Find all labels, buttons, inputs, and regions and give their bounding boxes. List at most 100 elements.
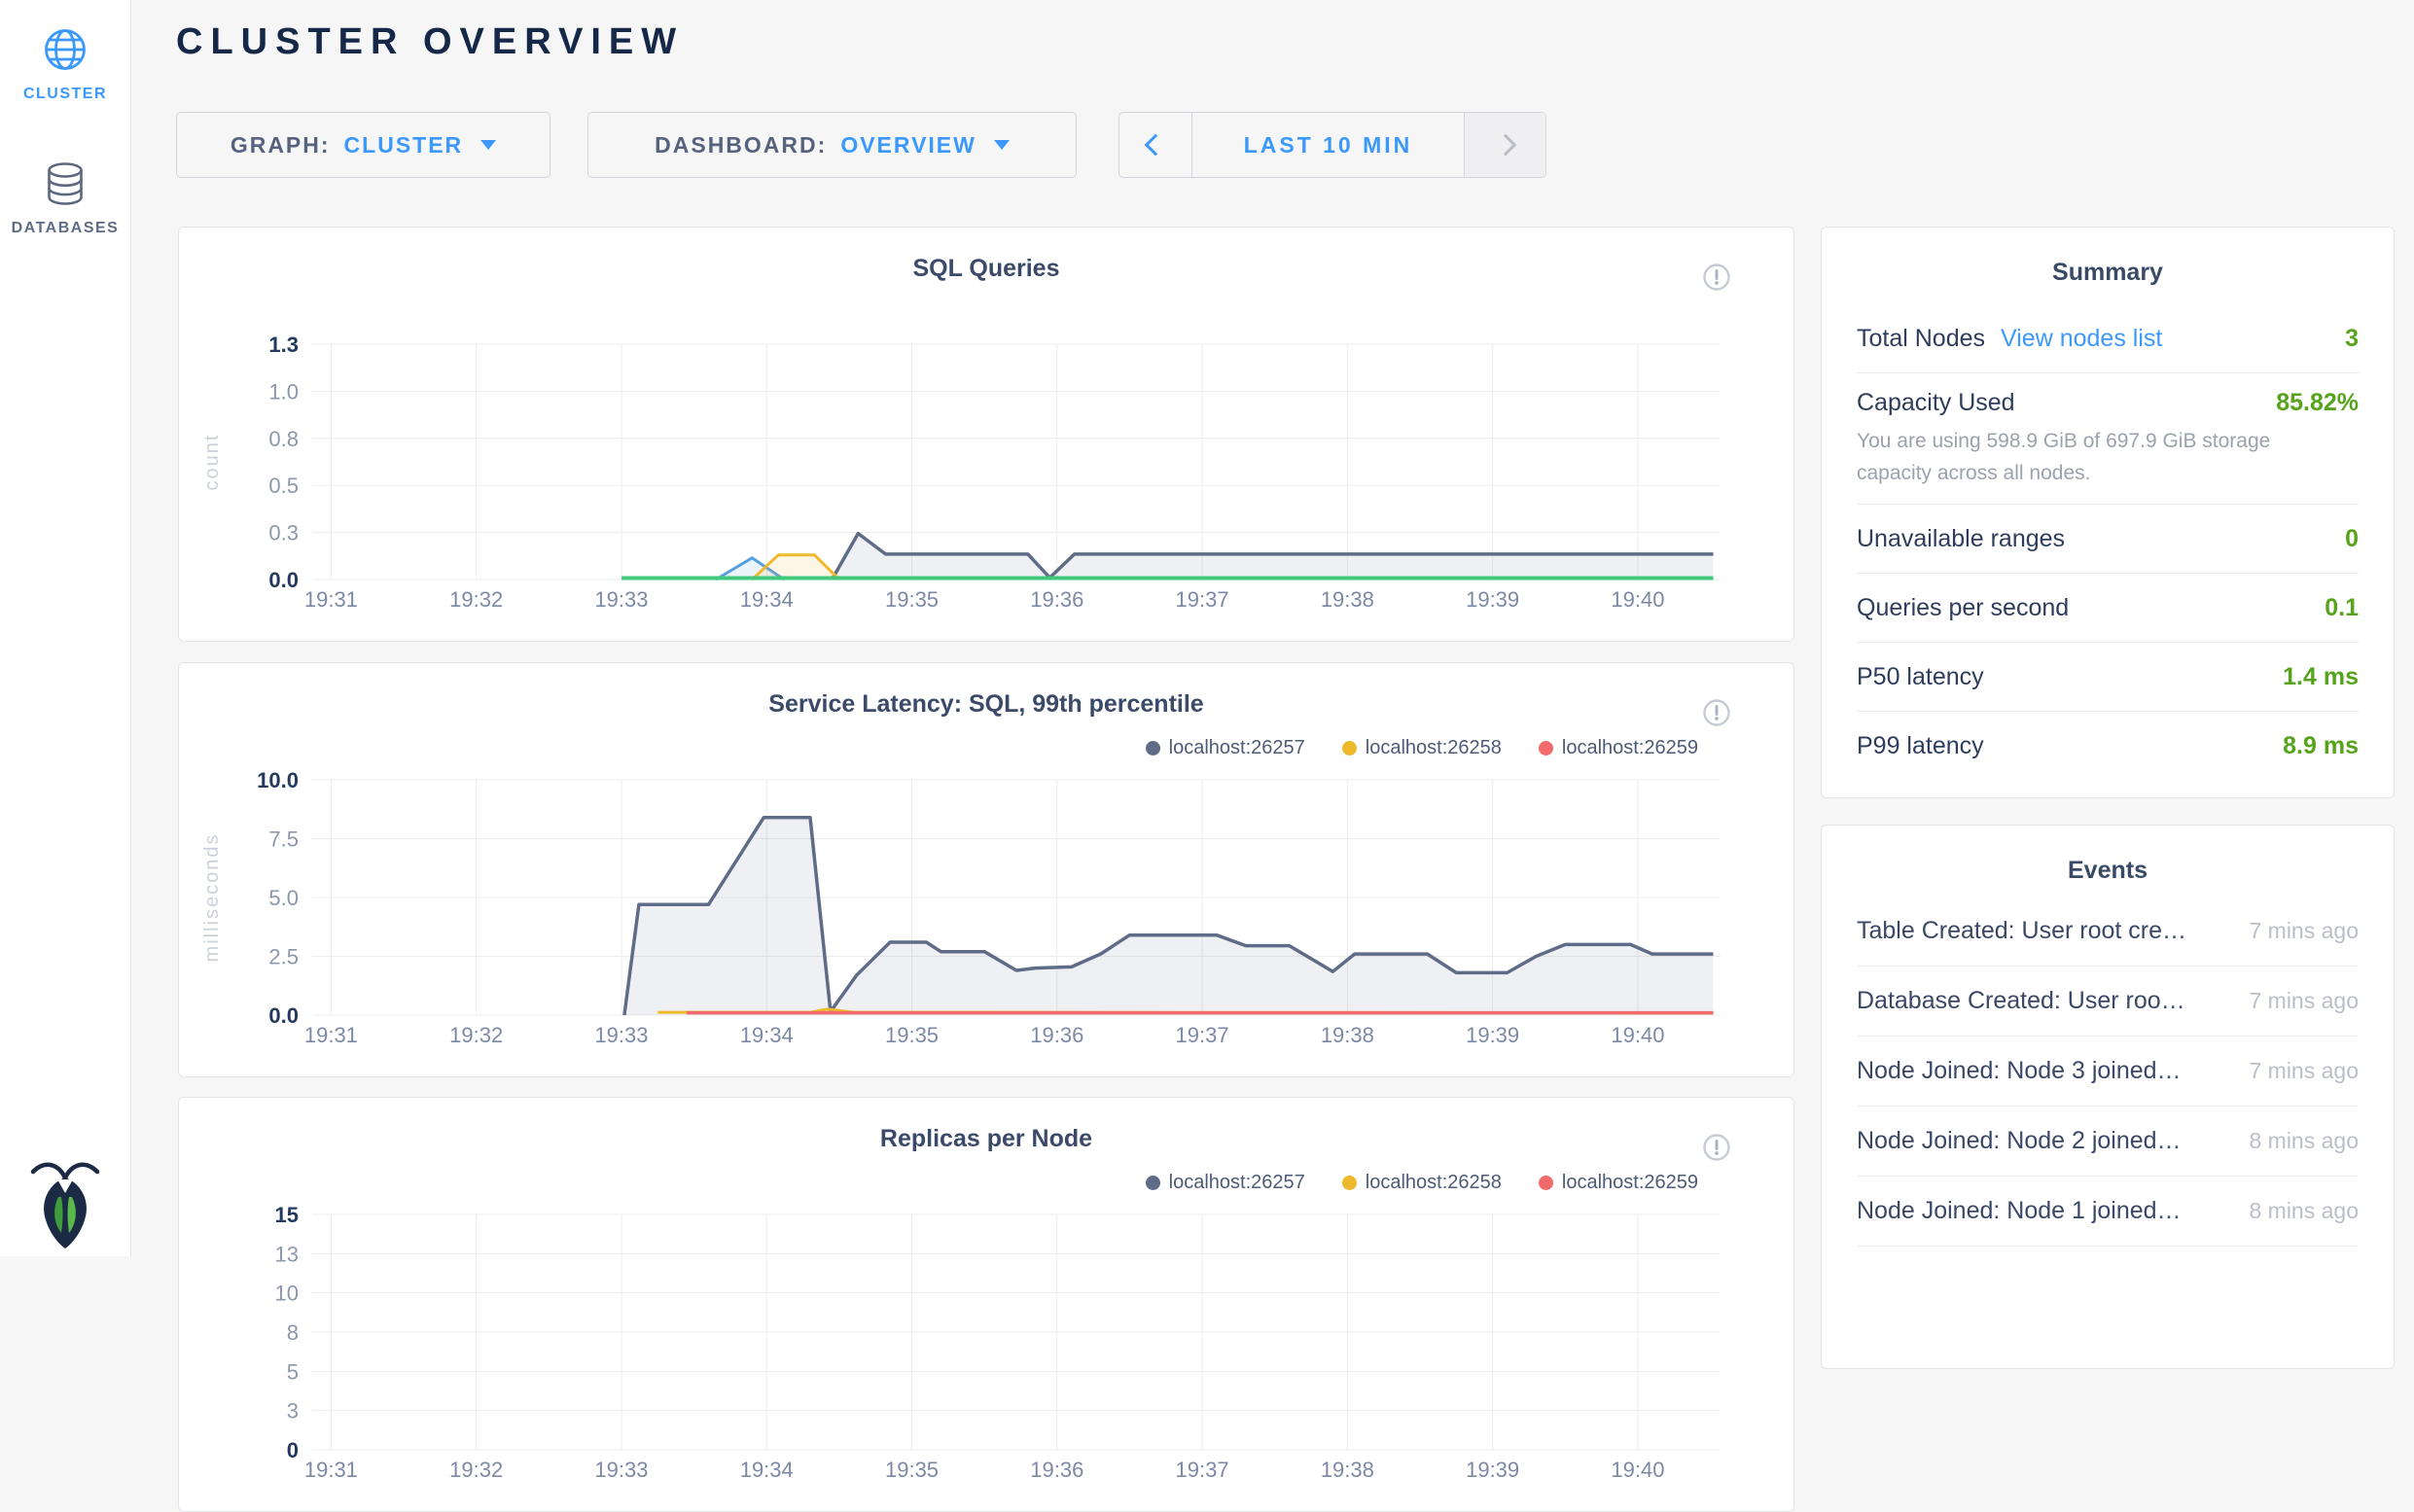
sql-queries-chart[interactable]: 0.00.30.50.81.01.319:3119:3219:3319:3419… xyxy=(179,325,1793,636)
svg-text:8: 8 xyxy=(287,1320,299,1345)
summary-title: Summary xyxy=(1822,228,2394,287)
summary-row-total-nodes: Total NodesView nodes list 3 xyxy=(1857,304,2359,373)
sidebar-item-label: CLUSTER xyxy=(0,86,130,103)
event-row: Database Created: User roo… 7 mins ago xyxy=(1857,967,2359,1037)
view-nodes-list-link[interactable]: View nodes list xyxy=(2001,325,2162,352)
service-latency-panel: Service Latency: SQL, 99th percentile lo… xyxy=(178,662,1794,1077)
svg-text:19:31: 19:31 xyxy=(304,1023,358,1047)
svg-text:19:33: 19:33 xyxy=(594,587,648,612)
svg-text:19:36: 19:36 xyxy=(1030,1458,1083,1482)
svg-text:19:32: 19:32 xyxy=(449,1023,503,1047)
svg-text:19:38: 19:38 xyxy=(1321,1023,1374,1047)
svg-text:1.0: 1.0 xyxy=(268,379,299,404)
service-latency-chart[interactable]: 0.02.55.07.510.019:3119:3219:3319:3419:3… xyxy=(179,760,1793,1072)
graph-dropdown-label: GRAPH: xyxy=(231,132,331,158)
svg-text:19:39: 19:39 xyxy=(1466,587,1519,612)
svg-text:19:32: 19:32 xyxy=(449,587,503,612)
summary-row-p50-latency: P50 latency 1.4 ms xyxy=(1857,643,2359,712)
svg-text:count: count xyxy=(201,434,223,491)
sidebar-item-cluster[interactable]: CLUSTER xyxy=(0,27,130,103)
summary-row-capacity: Capacity Used 85.82% You are using 598.9… xyxy=(1857,373,2359,505)
chart-legend: localhost:26257 localhost:26258 localhost:… xyxy=(1146,737,1698,759)
globe-icon xyxy=(43,27,88,72)
event-time: 7 mins ago xyxy=(2249,918,2359,944)
legend-label: localhost:26257 xyxy=(1169,737,1305,759)
time-range-next-button[interactable] xyxy=(1465,113,1545,177)
chevron-right-icon xyxy=(1494,134,1516,157)
event-time: 7 mins ago xyxy=(2249,988,2359,1014)
legend-label: localhost:26257 xyxy=(1169,1172,1305,1194)
legend-item[interactable]: localhost:26259 xyxy=(1539,1172,1698,1194)
legend-label: localhost:26259 xyxy=(1562,737,1698,759)
svg-text:19:36: 19:36 xyxy=(1030,587,1083,612)
legend-item[interactable]: localhost:26258 xyxy=(1342,1172,1502,1194)
legend-item[interactable]: localhost:26259 xyxy=(1539,737,1698,759)
event-row: Node Joined: Node 1 joined… 8 mins ago xyxy=(1857,1177,2359,1247)
cluster-overview-page: CLUSTER DATABASES xyxy=(0,0,2414,1256)
legend-label: localhost:26258 xyxy=(1366,1172,1502,1194)
svg-text:5.0: 5.0 xyxy=(268,886,299,910)
row-value: 0 xyxy=(2345,525,2359,553)
svg-text:19:33: 19:33 xyxy=(594,1458,648,1482)
time-range-prev-button[interactable] xyxy=(1119,113,1191,177)
svg-text:0.5: 0.5 xyxy=(268,474,299,498)
svg-text:19:40: 19:40 xyxy=(1611,1023,1664,1047)
sidebar-item-databases[interactable]: DATABASES xyxy=(0,161,130,237)
chart-title: Replicas per Node xyxy=(179,1125,1793,1153)
legend-item[interactable]: localhost:26258 xyxy=(1342,737,1502,759)
svg-text:0: 0 xyxy=(287,1438,299,1462)
svg-text:19:37: 19:37 xyxy=(1176,1023,1229,1047)
svg-text:19:32: 19:32 xyxy=(449,1458,503,1482)
replicas-per-node-panel: Replicas per Node localhost:26257localho… xyxy=(178,1097,1794,1512)
replicas-per-node-chart[interactable]: 035810131519:3119:3219:3319:3419:3519:36… xyxy=(179,1195,1793,1506)
cockroach-logo-icon xyxy=(26,1158,104,1250)
summary-row-p99-latency: P99 latency 8.9 ms xyxy=(1857,712,2359,780)
legend-item[interactable]: localhost:26257 xyxy=(1146,737,1305,759)
events-list: Table Created: User root cre…7 mins agoD… xyxy=(1822,897,2394,1247)
svg-text:5: 5 xyxy=(287,1359,299,1384)
events-panel: Events Table Created: User root cre…7 mi… xyxy=(1821,825,2395,1369)
capacity-value: 85.82% xyxy=(2276,389,2359,417)
chart-title: Service Latency: SQL, 99th percentile xyxy=(179,690,1793,719)
capacity-label: Capacity Used xyxy=(1857,389,2015,417)
svg-text:15: 15 xyxy=(275,1203,299,1227)
svg-text:19:34: 19:34 xyxy=(740,1458,794,1482)
graph-dropdown-value: CLUSTER xyxy=(344,132,464,158)
dashboard-dropdown[interactable]: DASHBOARD: OVERVIEW xyxy=(587,112,1077,178)
event-time: 8 mins ago xyxy=(2249,1198,2359,1224)
event-text: Database Created: User roo… xyxy=(1857,987,2185,1015)
legend-item[interactable]: localhost:26257 xyxy=(1146,1172,1305,1194)
legend-dot-icon xyxy=(1539,741,1553,756)
caret-down-icon xyxy=(480,140,496,150)
svg-text:19:35: 19:35 xyxy=(885,1458,939,1482)
svg-text:milliseconds: milliseconds xyxy=(201,833,223,963)
svg-text:13: 13 xyxy=(275,1242,299,1266)
database-icon xyxy=(45,161,86,206)
svg-text:19:37: 19:37 xyxy=(1176,1458,1229,1482)
sidebar: CLUSTER DATABASES xyxy=(0,0,131,1256)
svg-text:19:35: 19:35 xyxy=(885,587,939,612)
sql-queries-panel: SQL Queries 0.00.30.50.81.01.319:3119:32… xyxy=(178,227,1794,642)
sidebar-item-label: DATABASES xyxy=(0,220,130,237)
svg-text:0.0: 0.0 xyxy=(268,568,299,592)
row-label: Unavailable ranges xyxy=(1857,525,2065,553)
graph-dropdown[interactable]: GRAPH: CLUSTER xyxy=(176,112,550,178)
event-row: Node Joined: Node 3 joined…7 mins ago xyxy=(1857,1037,2359,1107)
svg-text:1.3: 1.3 xyxy=(268,333,299,357)
capacity-description: You are using 598.9 GiB of 697.9 GiB sto… xyxy=(1857,426,2359,489)
event-text: Node Joined: Node 1 joined… xyxy=(1857,1197,2182,1225)
svg-text:19:38: 19:38 xyxy=(1321,1458,1374,1482)
legend-dot-icon xyxy=(1342,741,1357,756)
svg-text:19:31: 19:31 xyxy=(304,1458,358,1482)
svg-text:19:39: 19:39 xyxy=(1466,1023,1519,1047)
time-range-value[interactable]: LAST 10 MIN xyxy=(1191,113,1465,177)
svg-text:19:33: 19:33 xyxy=(594,1023,648,1047)
svg-text:19:35: 19:35 xyxy=(885,1023,939,1047)
chart-legend: localhost:26257 localhost:26258 localhost:… xyxy=(1146,1172,1698,1194)
info-icon[interactable] xyxy=(1702,1133,1731,1162)
caret-down-icon xyxy=(994,140,1010,150)
row-label: Queries per second xyxy=(1857,594,2069,622)
info-icon[interactable] xyxy=(1702,263,1731,292)
info-icon[interactable] xyxy=(1702,698,1731,727)
page-title: CLUSTER OVERVIEW xyxy=(176,21,684,63)
